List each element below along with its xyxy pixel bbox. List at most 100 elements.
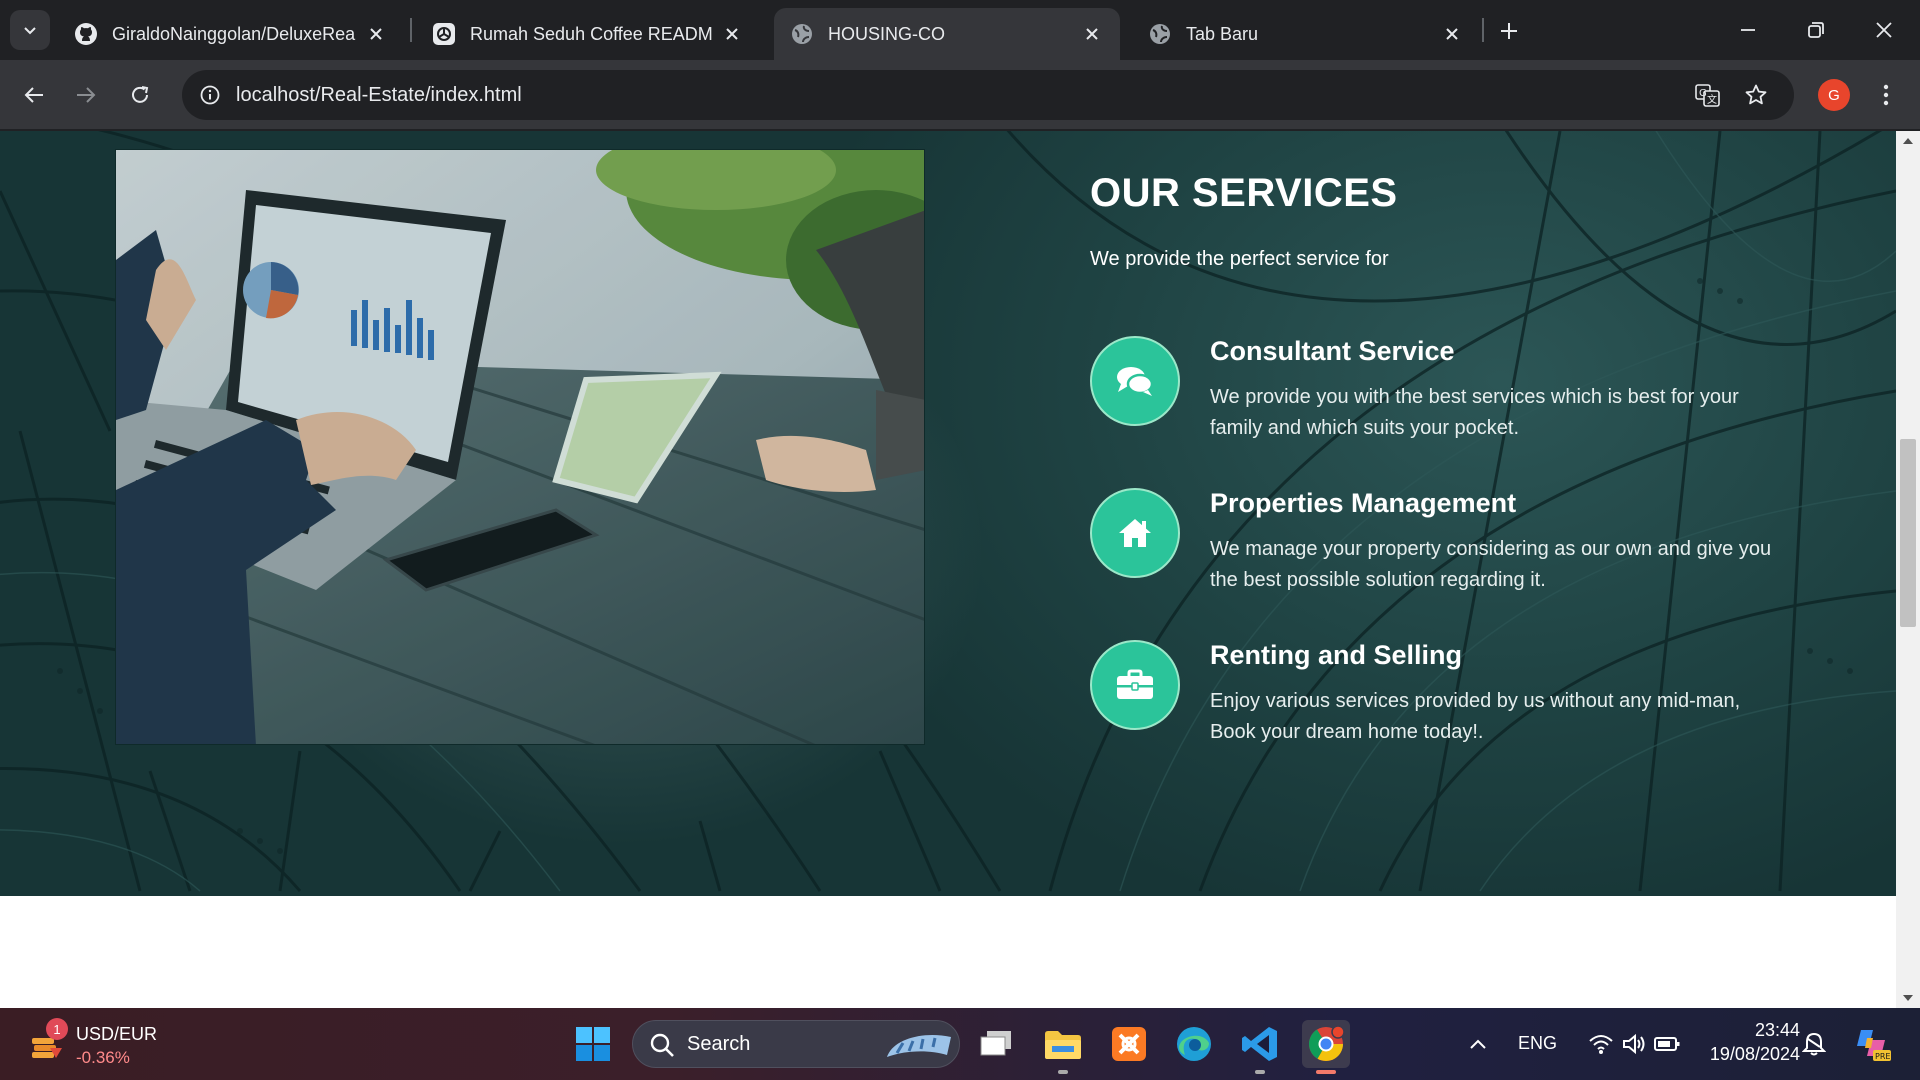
reload-icon — [132, 86, 149, 103]
close-window-button[interactable] — [1854, 8, 1914, 52]
star-icon — [1745, 84, 1767, 105]
page-scrollbar[interactable] — [1896, 131, 1920, 1008]
back-button[interactable] — [14, 75, 54, 115]
tab-github[interactable]: GiraldoNainggolan/DeluxeReal — [58, 8, 404, 60]
xampp-button[interactable] — [1105, 1020, 1153, 1068]
service-icon-circle — [1090, 488, 1180, 578]
task-view-icon — [980, 1031, 1011, 1056]
scroll-down-arrow[interactable] — [1896, 988, 1920, 1008]
translate-icon: G文 — [1695, 84, 1720, 107]
copilot-button[interactable]: PRE — [1848, 1020, 1896, 1068]
svg-text:文: 文 — [1707, 93, 1717, 106]
service-icon-circle — [1090, 336, 1180, 426]
arrow-left-icon — [24, 87, 43, 103]
copilot-icon: PRE — [1857, 1030, 1891, 1061]
file-explorer-button[interactable] — [1039, 1020, 1087, 1068]
triangle-down-icon — [1903, 995, 1913, 1001]
service-description: We manage your property considering as o… — [1210, 538, 1772, 591]
widget-value: -0.36% — [76, 1048, 130, 1067]
volume-icon — [1623, 1033, 1645, 1055]
reload-button[interactable] — [120, 75, 160, 115]
bookmark-button[interactable] — [1738, 77, 1774, 113]
notification-badge: 1 — [46, 1018, 68, 1040]
browser-menu-button[interactable] — [1870, 75, 1902, 115]
service-item-consultant: Consultant Service We provide you with t… — [1090, 336, 1790, 439]
tab-title: GiraldoNainggolan/DeluxeReal — [112, 23, 356, 44]
tab-new-tab[interactable]: Tab Baru — [1132, 8, 1480, 60]
bell-icon — [1802, 1032, 1826, 1056]
address-bar[interactable]: localhost/Real-Estate/index.html G文 — [182, 70, 1794, 120]
taskbar-search-box[interactable]: Search — [632, 1020, 960, 1068]
profile-avatar[interactable]: G — [1818, 79, 1850, 111]
language-indicator[interactable]: ENG — [1518, 1033, 1557, 1054]
search-highlight-image — [887, 1035, 951, 1057]
url-text: localhost/Real-Estate/index.html — [236, 84, 522, 106]
tab-separator — [1482, 18, 1484, 42]
show-hidden-icons-button[interactable] — [1456, 1020, 1500, 1068]
globe-icon — [1148, 22, 1172, 46]
svg-text:PRE: PRE — [1875, 1052, 1890, 1061]
clock-date: 19/08/2024 — [1709, 1044, 1800, 1064]
close-icon[interactable] — [1440, 22, 1464, 46]
translate-button[interactable]: G文 — [1690, 77, 1726, 113]
chrome-icon — [1308, 1025, 1345, 1061]
windows-taskbar: 1 USD/EUR -0.36% Search ENG 23:44 19/08/… — [0, 1008, 1920, 1080]
briefcase-icon — [1117, 669, 1153, 699]
edge-button[interactable] — [1170, 1020, 1218, 1068]
tab-housing-co[interactable]: HOUSING-CO — [774, 8, 1120, 60]
active-app-indicator — [1316, 1070, 1336, 1074]
laptop-desk-image — [116, 150, 924, 744]
battery-icon — [1654, 1037, 1680, 1051]
services-photo — [115, 149, 925, 745]
chat-bubbles-icon — [1117, 367, 1154, 396]
forward-button[interactable] — [66, 75, 106, 115]
search-icon — [650, 1033, 674, 1057]
service-icon-circle — [1090, 640, 1180, 730]
task-view-button[interactable] — [973, 1020, 1021, 1068]
chevron-down-icon — [24, 27, 36, 35]
vscode-icon — [1242, 1027, 1277, 1061]
tab-separator — [410, 18, 412, 42]
service-description: We provide you with the best services wh… — [1210, 386, 1739, 439]
running-indicator — [1058, 1070, 1068, 1074]
quick-settings-button[interactable] — [1574, 1020, 1694, 1068]
edge-icon — [1177, 1027, 1211, 1061]
service-item-renting-selling: Renting and Selling Enjoy various servic… — [1090, 640, 1790, 743]
services-subtitle: We provide the perfect service for — [1090, 248, 1389, 270]
wifi-icon — [1589, 1035, 1613, 1054]
scroll-up-arrow[interactable] — [1896, 131, 1920, 151]
restore-icon — [1808, 22, 1824, 38]
globe-icon — [790, 22, 814, 46]
services-title: OUR SERVICES — [1090, 171, 1398, 215]
tab-strip: GiraldoNainggolan/DeluxeReal Rumah Seduh… — [0, 0, 1920, 60]
chrome-button[interactable] — [1302, 1020, 1350, 1068]
arrow-right-icon — [77, 87, 96, 103]
vscode-button[interactable] — [1236, 1020, 1284, 1068]
tab-search-button[interactable] — [10, 10, 50, 50]
windows-logo-icon — [576, 1027, 610, 1061]
currency-widget[interactable]: 1 USD/EUR -0.36% — [24, 1018, 224, 1070]
svg-text:G: G — [1699, 88, 1707, 99]
service-title: Properties Management — [1210, 488, 1517, 518]
tab-coffee-readme[interactable]: Rumah Seduh Coffee README — [416, 8, 760, 60]
clock[interactable]: 23:44 19/08/2024 — [1700, 1018, 1800, 1070]
home-icon — [1119, 519, 1151, 547]
restore-button[interactable] — [1786, 8, 1846, 52]
minimize-button[interactable] — [1718, 8, 1778, 52]
scrollbar-thumb[interactable] — [1900, 439, 1916, 627]
close-icon[interactable] — [364, 22, 388, 46]
widget-name: USD/EUR — [76, 1024, 158, 1044]
info-icon — [200, 85, 220, 105]
chatgpt-icon — [432, 22, 456, 46]
triangle-up-icon — [1903, 138, 1913, 144]
service-item-properties-management: Properties Management We manage your pro… — [1090, 488, 1790, 591]
close-icon[interactable] — [720, 22, 744, 46]
site-info-button[interactable] — [192, 77, 228, 113]
new-tab-button[interactable] — [1492, 14, 1526, 48]
close-icon[interactable] — [1080, 22, 1104, 46]
page-viewport: OUR SERVICES We provide the perfect serv… — [0, 131, 1896, 1008]
search-label: Search — [687, 1033, 751, 1055]
start-button[interactable] — [569, 1020, 617, 1068]
xampp-icon — [1112, 1027, 1146, 1061]
notifications-button[interactable] — [1794, 1020, 1834, 1068]
